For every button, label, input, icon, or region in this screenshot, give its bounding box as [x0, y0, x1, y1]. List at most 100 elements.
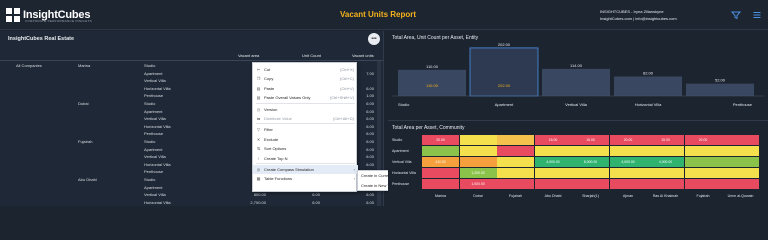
heatmap-cell[interactable] [534, 179, 572, 189]
heatmap-cell[interactable] [722, 146, 759, 156]
heatmap-cell[interactable]: 15.00 [572, 135, 609, 145]
heatmap-row-label: Vertical Villa [392, 160, 412, 164]
heatmap-cell[interactable]: 1,000.00 [459, 179, 497, 189]
menu-item-top-n[interactable]: ↑ Create Top N [253, 154, 358, 163]
heatmap-cell[interactable] [534, 146, 572, 156]
row-community: Abu Dhabi [78, 177, 97, 182]
report-title: Vacant Units Report [340, 10, 417, 19]
heatmap-cell[interactable]: 410.00 [422, 157, 459, 167]
heatmap-cell[interactable]: 15.00 [534, 135, 572, 145]
row-asset: Apartment [144, 70, 163, 76]
heatmap-cell[interactable] [572, 146, 609, 156]
filter-icon[interactable] [731, 10, 741, 20]
heatmap-col-label: Fujairah [509, 194, 522, 198]
heatmap-cell[interactable] [497, 157, 534, 167]
more-options-button[interactable]: ••• [368, 33, 380, 45]
row-asset: Apartment [144, 146, 163, 152]
heatmap-col-label: Dubai [473, 194, 483, 198]
heatmap-cell[interactable] [684, 157, 722, 167]
heatmap-cell[interactable] [422, 146, 459, 156]
heatmap-cell[interactable] [534, 168, 572, 178]
header-divider [0, 60, 383, 61]
row-asset: Penthouse [144, 93, 164, 99]
heatmap-cell[interactable] [609, 146, 647, 156]
menu-item-table[interactable]: ▦ Table Functions › [253, 174, 358, 183]
heatmap-cell[interactable] [497, 146, 534, 156]
heatmap-cell[interactable] [647, 146, 684, 156]
heatmap-cell[interactable] [572, 168, 609, 178]
heatmap-cell[interactable]: 20.00 [684, 135, 722, 145]
heatmap-cell[interactable]: 20.00 [609, 135, 647, 145]
user-contact: InsightCubes.com | info@insightcubes.com [600, 16, 677, 21]
heatmap-cell[interactable] [722, 179, 759, 189]
heatmap-cell[interactable] [722, 135, 759, 145]
bar-value-label: 114.00 [570, 63, 583, 68]
filter-icon: ▽ [256, 127, 261, 133]
heatmap-cell[interactable] [609, 179, 647, 189]
col-header-vacant-area[interactable]: Vacant area [238, 53, 259, 58]
row-asset: Vertical Villa [144, 78, 166, 84]
menu-item-label: Create Top N [264, 155, 288, 161]
row-community: Marina [78, 63, 91, 68]
col-header-unit-count[interactable]: Unit Count [302, 53, 321, 58]
heatmap-cell[interactable]: 20.00 [422, 135, 459, 145]
heatmap-cell[interactable]: 15.00 [647, 135, 684, 145]
heatmap-cell[interactable] [684, 179, 722, 189]
heatmap-cell[interactable]: 4,000.00 [647, 157, 684, 167]
heatmap-title: Total Area per Asset, Community [392, 125, 465, 131]
menu-item-filter[interactable]: ▽ Filter [253, 125, 358, 134]
row-asset: Studio [144, 139, 156, 144]
col-header-vacant-units[interactable]: Vacant units [352, 53, 374, 58]
bar[interactable] [614, 76, 682, 96]
heatmap-cell[interactable]: 8,000.00 [572, 157, 609, 167]
heatmap-cell[interactable] [647, 179, 684, 189]
menu-item-sort[interactable]: ⇅ Sort Options [253, 144, 358, 153]
heatmap-cell[interactable] [722, 157, 759, 167]
menu-item-exclude[interactable]: ✕ Exclude [253, 135, 358, 144]
bar-value-label: 82.00 [643, 70, 654, 75]
bar[interactable] [469, 47, 539, 97]
row-asset: Horizontal Villa [144, 123, 171, 129]
heatmap-cell[interactable]: 4,000.00 [609, 157, 647, 167]
heatmap-cell[interactable] [497, 179, 534, 189]
menu-item-label: Sort Options [264, 146, 287, 152]
context-menu: ✂ Cut (Ctrl+X) ❐ Copy (Ctrl+C) ▤ Paste (Ctrl+V) ▤… [252, 62, 358, 192]
menu-item-scissors[interactable]: ✂ Cut (Ctrl+X) [253, 65, 358, 74]
version-icon: ◷ [256, 106, 261, 112]
menu-item-shortcut: (Ctrl+C) [339, 76, 354, 82]
heatmap-cell[interactable] [497, 135, 534, 145]
heatmap-cell[interactable] [684, 168, 722, 178]
menu-item-distribute[interactable]: ⇆ Distribute Value (Ctrl+Alt+D) [253, 114, 358, 123]
heatmap-cell[interactable] [459, 157, 497, 167]
heatmap-cell[interactable] [722, 168, 759, 178]
row-asset: Penthouse [144, 131, 164, 137]
heatmap-panel: Total Area per Asset, Community Studio 20… [388, 120, 768, 206]
hamburger-icon[interactable] [752, 10, 762, 20]
heatmap-cell[interactable]: 1,200.00 [459, 168, 497, 178]
heatmap-cell[interactable] [572, 179, 609, 189]
heatmap-cell[interactable] [497, 168, 534, 178]
heatmap-cell[interactable] [684, 146, 722, 156]
menu-item-paste[interactable]: ▤ Paste (Ctrl+V) [253, 84, 358, 93]
panel-title: InsightCubes Real Estate [8, 36, 75, 42]
heatmap-col-label: Ras Al Khaimah [652, 194, 679, 198]
menu-item-copy[interactable]: ❐ Copy (Ctrl+C) [253, 74, 358, 83]
menu-item-version[interactable]: ◷ Version [253, 105, 358, 114]
menu-item-compass[interactable]: ◎ Create Compass Simulation › [253, 165, 358, 174]
heatmap-cell[interactable]: 4,000.00 [534, 157, 572, 167]
heatmap-cell[interactable] [647, 168, 684, 178]
menu-item-paste-values[interactable]: ▤ Paste Overall Values Only (Ctrl+Shift+V) [253, 93, 358, 102]
heatmap-row-label: Horizontal Villa [392, 171, 416, 175]
menu-item-shortcut: (Ctrl+V) [340, 85, 354, 91]
row-community: Dubai [78, 101, 89, 106]
heatmap-cell[interactable] [422, 168, 459, 178]
bar[interactable] [542, 68, 610, 96]
bar[interactable] [686, 83, 754, 96]
heatmap-cell[interactable] [422, 179, 459, 189]
heatmap-col-label: Ajman [622, 194, 634, 198]
row-vacant-area: 2,700.00 [250, 199, 266, 205]
heatmap-cell[interactable] [459, 146, 497, 156]
table-icon: ▦ [256, 176, 261, 182]
heatmap-cell[interactable] [609, 168, 647, 178]
heatmap-cell[interactable] [459, 135, 497, 145]
